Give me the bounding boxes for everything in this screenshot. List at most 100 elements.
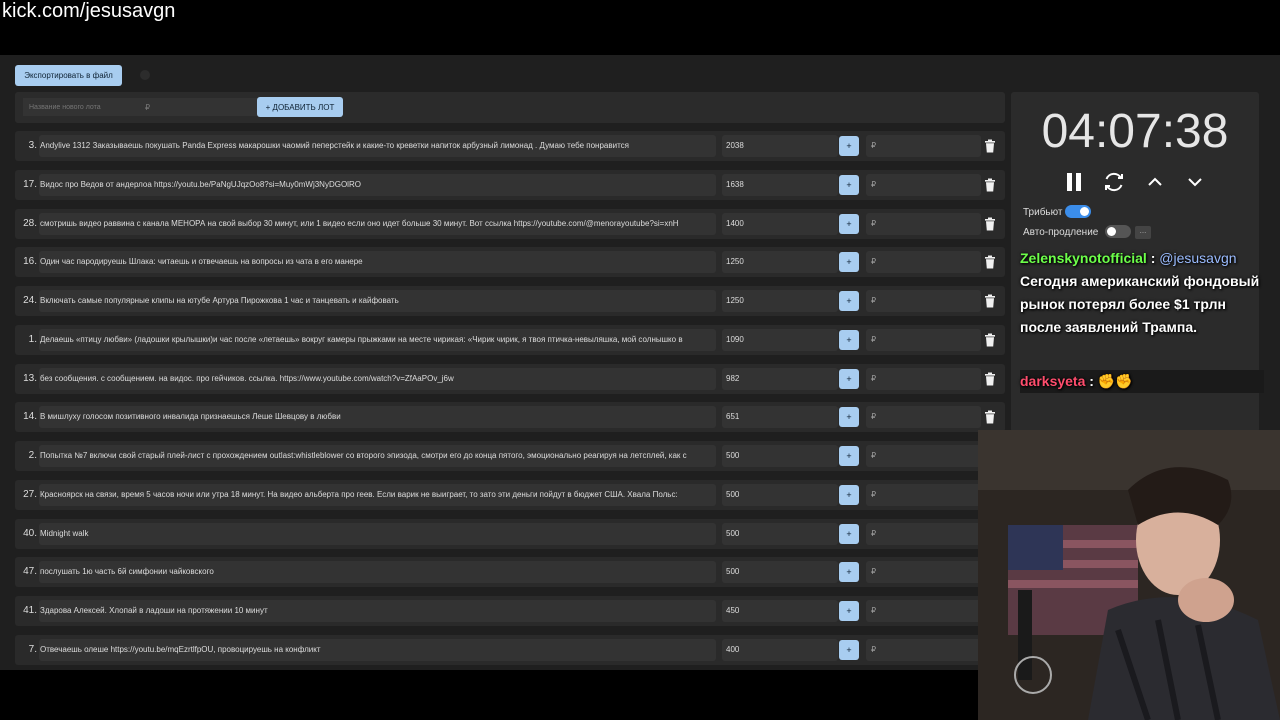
trash-icon[interactable] (984, 139, 996, 153)
add-amount-input[interactable]: ₽ (866, 368, 981, 390)
trash-icon[interactable] (984, 217, 996, 231)
lot-title-field[interactable]: Andylive 1312 Заказываешь покушать Panda… (39, 135, 716, 157)
lot-number: 7. (28, 644, 37, 655)
new-lot-name-input[interactable] (23, 98, 151, 116)
add-amount-input[interactable]: ₽ (866, 600, 981, 622)
add-amount-button[interactable]: + (839, 330, 859, 350)
refresh-icon[interactable] (1102, 170, 1126, 194)
trash-icon[interactable] (984, 410, 996, 424)
trash-icon[interactable] (984, 255, 996, 269)
lot-number: 13. (23, 373, 37, 384)
add-amount-input[interactable]: ₽ (866, 484, 981, 506)
lot-amount-field[interactable]: 1090 (722, 329, 838, 351)
lot-amount-field[interactable]: 1250 (722, 290, 838, 312)
lot-number: 47. (23, 566, 37, 577)
add-amount-input[interactable]: ₽ (866, 174, 981, 196)
add-amount-input[interactable]: ₽ (866, 251, 981, 273)
lot-title-field[interactable]: Здарова Алексей. Хлопай в ладоши на прот… (39, 600, 716, 622)
lot-title-field[interactable]: Один час пародируешь Шлака: читаешь и от… (39, 251, 716, 273)
lot-number: 40. (23, 528, 37, 539)
lot-number: 27. (23, 489, 37, 500)
lot-row: 3. Andylive 1312 Заказываешь покушать Pa… (15, 131, 1005, 161)
add-amount-button[interactable]: + (839, 136, 859, 156)
tribute-toggle[interactable] (1065, 205, 1091, 218)
add-amount-button[interactable]: + (839, 291, 859, 311)
add-amount-button[interactable]: + (839, 640, 859, 660)
add-amount-button[interactable]: + (839, 252, 859, 272)
lot-row: 40. Midnight walk 500 + ₽ (15, 519, 1005, 549)
new-lot-bar: + ДОБАВИТЬ ЛОТ (15, 92, 1005, 123)
lot-title-field[interactable]: Попытка №7 включи свой старый плей-лист … (39, 445, 716, 467)
lot-title-field[interactable]: Midnight walk (39, 523, 716, 545)
lot-amount-field[interactable]: 500 (722, 561, 838, 583)
lot-row: 28. смотришь видео раввина с канала МЕНО… (15, 209, 1005, 239)
chat-text: Сегодня американский фондовый рынок поте… (1020, 273, 1260, 335)
new-lot-price-input[interactable] (139, 98, 261, 116)
lot-title-field[interactable]: без сообщения. с сообщением. на видос. п… (39, 368, 716, 390)
add-amount-input[interactable]: ₽ (866, 561, 981, 583)
webcam-image (978, 430, 1280, 720)
add-amount-button[interactable]: + (839, 524, 859, 544)
chevron-down-icon[interactable] (1183, 170, 1207, 194)
add-amount-button[interactable]: + (839, 562, 859, 582)
chat-separator: : (1146, 250, 1160, 266)
lot-title-field[interactable]: послушать 1ю часть 6й симфонии чайковско… (39, 561, 716, 583)
lot-title-field[interactable]: Видос про Ведов от андерлоа https://yout… (39, 174, 716, 196)
add-amount-button[interactable]: + (839, 485, 859, 505)
add-amount-button[interactable]: + (839, 601, 859, 621)
lot-amount-field[interactable]: 450 (722, 600, 838, 622)
add-amount-input[interactable]: ₽ (866, 639, 981, 661)
lot-amount-field[interactable]: 500 (722, 484, 838, 506)
lot-number: 2. (28, 450, 37, 461)
add-amount-button[interactable]: + (839, 214, 859, 234)
lot-amount-field[interactable]: 982 (722, 368, 838, 390)
add-amount-button[interactable]: + (839, 407, 859, 427)
lot-title-field[interactable]: смотришь видео раввина с канала МЕНОРА н… (39, 213, 716, 235)
chevron-up-icon[interactable] (1143, 170, 1167, 194)
lot-row: 14. В мишлуху голосом позитивного инвали… (15, 402, 1005, 432)
chat-message: Zelenskynotofficial : @jesusavgn Сегодня… (1020, 247, 1270, 339)
lot-title-field[interactable]: Делаешь «птицу любви» (ладошки крылышки)… (39, 329, 716, 351)
lot-amount-field[interactable]: 400 (722, 639, 838, 661)
stream-url: kick.com/jesusavgn (2, 0, 176, 22)
lot-title-field[interactable]: Отвечаешь олеше https://youtu.be/mqEzrtl… (39, 639, 716, 661)
lot-amount-field[interactable]: 2038 (722, 135, 838, 157)
add-amount-input[interactable]: ₽ (866, 135, 981, 157)
lot-amount-field[interactable]: 651 (722, 406, 838, 428)
trash-icon[interactable] (984, 372, 996, 386)
lot-title-field[interactable]: Включать самые популярные клипы на ютубе… (39, 290, 716, 312)
add-amount-input[interactable]: ₽ (866, 329, 981, 351)
trash-icon[interactable] (984, 178, 996, 192)
add-lot-button[interactable]: + ДОБАВИТЬ ЛОТ (257, 97, 343, 117)
autoextend-more-button[interactable]: ... (1135, 226, 1151, 239)
add-amount-input[interactable]: ₽ (866, 406, 981, 428)
chat-username: darksyeta (1020, 373, 1086, 389)
lot-number: 3. (28, 140, 37, 151)
add-amount-button[interactable]: + (839, 446, 859, 466)
lot-amount-field[interactable]: 500 (722, 523, 838, 545)
autoextend-toggle[interactable] (1105, 225, 1131, 238)
lot-row: 27. Красноярск на связи, время 5 часов н… (15, 480, 1005, 510)
lot-title-field[interactable]: В мишлуху голосом позитивного инвалида п… (39, 406, 716, 428)
trash-icon[interactable] (984, 333, 996, 347)
add-amount-input[interactable]: ₽ (866, 445, 981, 467)
export-button[interactable]: Экспортировать в файл (15, 65, 122, 86)
add-amount-button[interactable]: + (839, 369, 859, 389)
add-amount-input[interactable]: ₽ (866, 213, 981, 235)
trash-icon[interactable] (984, 294, 996, 308)
webcam-feed (978, 430, 1280, 720)
lot-amount-field[interactable]: 500 (722, 445, 838, 467)
lot-amount-field[interactable]: 1250 (722, 251, 838, 273)
chat-separator: : (1085, 373, 1098, 389)
chat-mention: @jesusavgn (1159, 250, 1237, 266)
lot-row: 24. Включать самые популярные клипы на ю… (15, 286, 1005, 316)
lot-number: 28. (23, 218, 37, 229)
pause-icon[interactable] (1062, 170, 1086, 194)
add-amount-input[interactable]: ₽ (866, 523, 981, 545)
lot-title-field[interactable]: Красноярск на связи, время 5 часов ночи … (39, 484, 716, 506)
lot-amount-field[interactable]: 1400 (722, 213, 838, 235)
add-amount-input[interactable]: ₽ (866, 290, 981, 312)
lot-amount-field[interactable]: 1638 (722, 174, 838, 196)
add-amount-button[interactable]: + (839, 175, 859, 195)
lot-number: 1. (28, 334, 37, 345)
